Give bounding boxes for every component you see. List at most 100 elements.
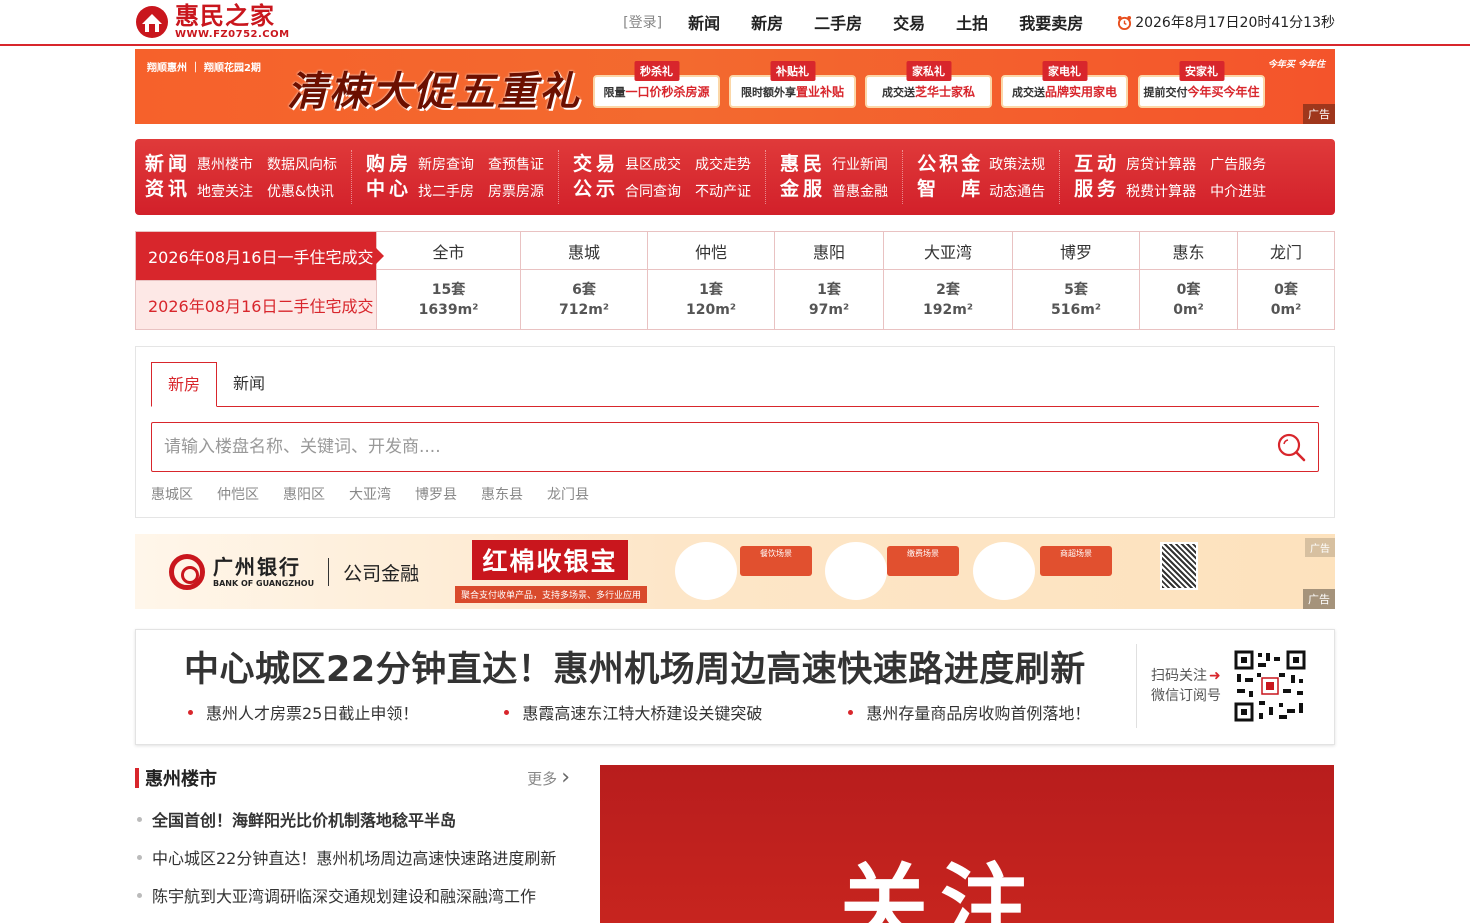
district-link[interactable]: 大亚湾	[349, 484, 391, 504]
clock-text: 2026年8月17日20时41分13秒	[1135, 15, 1335, 31]
clock: 2026年8月17日20时41分13秒	[1117, 12, 1335, 32]
nav-link[interactable]: 房贷计算器	[1126, 154, 1196, 174]
deal-column[interactable]: 仲恺 1套 120m²	[647, 232, 774, 329]
nav-link[interactable]: 找二手房	[418, 181, 474, 201]
deal-area: 192m²	[923, 301, 973, 318]
arrow-right-icon: ➜	[1209, 668, 1221, 684]
nav-new-homes[interactable]: 新房	[751, 10, 783, 34]
gift-pre: 成交送	[881, 85, 915, 99]
deal-column[interactable]: 惠城 6套 712m²	[520, 232, 647, 329]
ad-label: 广告	[1303, 104, 1335, 124]
search-input[interactable]	[164, 437, 1276, 457]
district-link[interactable]: 龙门县	[547, 484, 589, 504]
nav-group-fund: 公积金智 库 政策法规 动态通告	[917, 150, 1061, 204]
deal-column[interactable]: 龙门 0套 0m²	[1237, 232, 1334, 329]
bank-banner-ad[interactable]: 广州银行 BANK OF GUANGZHOU 公司金融 红棉收银宝 聚合支付收单…	[135, 534, 1335, 609]
tab-new-home-deals[interactable]: 2026年08月16日一手住宅成交	[136, 232, 384, 280]
ad-brand-logos: 翔顺惠州 ｜ 翔顺花园2期	[147, 63, 261, 74]
focus-banner-image[interactable]: 关注	[600, 765, 1334, 923]
news-item[interactable]: 陈宇航到大亚湾调研临深交通规划建设和融深融湾工作	[135, 876, 570, 914]
deal-area: 516m²	[1051, 301, 1101, 318]
deal-area: 0m²	[1270, 301, 1302, 318]
district-link[interactable]: 惠阳区	[283, 484, 325, 504]
gift-card: 家私礼 成交送 芝华士家私	[865, 61, 992, 109]
district-link[interactable]: 仲恺区	[217, 484, 259, 504]
headline-title[interactable]: 中心城区22分钟直达！惠州机场周边高速快速路进度刷新	[184, 648, 1136, 692]
nav-news[interactable]: 新闻	[688, 10, 720, 34]
search-icon[interactable]	[1276, 432, 1306, 462]
nav-link[interactable]: 行业新闻	[832, 154, 888, 174]
nav-link[interactable]: 县区成交	[625, 154, 681, 174]
nav-link[interactable]: 广告服务	[1210, 154, 1266, 174]
nav-link[interactable]: 房票房源	[488, 181, 544, 201]
ad-product-subtitle: 聚合支付收单产品，支持多场景、多行业应用	[455, 586, 648, 603]
nav-link[interactable]: 税费计算器	[1126, 181, 1196, 201]
tab-news[interactable]: 新闻	[217, 362, 281, 406]
bank-name: 广州银行	[213, 554, 301, 579]
more-link[interactable]: 更多	[527, 767, 570, 789]
headline-sub-link[interactable]: 惠州存量商品房收购首例落地！	[844, 700, 1090, 724]
site-logo[interactable]: 惠民之家 WWW.FZ0752.COM	[135, 4, 295, 40]
alarm-clock-icon	[1118, 15, 1132, 30]
nav-link[interactable]: 数据风向标	[267, 154, 337, 174]
deal-column[interactable]: 博罗 5套 516m²	[1012, 232, 1139, 329]
deal-area: 97m²	[808, 301, 850, 318]
group-title: 公积金	[917, 153, 984, 175]
district-link[interactable]: 惠东县	[481, 484, 523, 504]
district-link[interactable]: 博罗县	[415, 484, 457, 504]
nav-link[interactable]: 查预售证	[488, 154, 544, 174]
district-link[interactable]: 惠城区	[151, 484, 193, 504]
deal-column[interactable]: 惠东 0套 0m²	[1139, 232, 1237, 329]
headline-sub-link[interactable]: 惠霞高速东江特大桥建设关键突破	[500, 700, 762, 724]
district-name: 惠东	[1140, 232, 1237, 270]
tab-new-homes[interactable]: 新房	[151, 362, 218, 407]
search-field	[151, 422, 1319, 472]
search-panel: 新房 新闻 惠城区 仲恺区 惠阳区 大亚湾 博罗县 惠东县 龙门县	[135, 346, 1335, 518]
deal-column[interactable]: 全市 15套 1639m²	[376, 232, 520, 329]
nav-link[interactable]: 中介进驻	[1210, 181, 1266, 201]
ad-product: 红棉收银宝 聚合支付收单产品，支持多场景、多行业应用	[455, 540, 648, 603]
coins-illustration	[973, 542, 1035, 600]
nav-second-hand[interactable]: 二手房	[814, 10, 862, 34]
news-item[interactable]: 全国首创！海鲜阳光比价机制落地稔平半岛	[135, 800, 570, 838]
scene-label: 餐饮场景	[760, 549, 792, 558]
logo-url: WWW.FZ0752.COM	[175, 29, 290, 40]
nav-link[interactable]: 优惠&快讯	[267, 181, 337, 201]
nav-link[interactable]: 动态通告	[989, 181, 1045, 201]
headline-sub-link[interactable]: 惠州人才房票25日截止申领！	[184, 700, 418, 724]
deal-column[interactable]: 大亚湾 2套 192m²	[883, 232, 1012, 329]
promo-banner-ad[interactable]: 翔顺惠州 ｜ 翔顺花园2期 清梀大促五重礼 秒杀礼 限量 一口价秒杀房源 补贴礼 …	[135, 49, 1335, 124]
scene-badge: 商超场景	[1040, 546, 1112, 576]
nav-link[interactable]: 成交走势	[695, 154, 751, 174]
gift-tag: 秒杀礼	[634, 61, 679, 81]
section-title: 惠州楼市	[145, 769, 217, 790]
deal-units: 0套	[1274, 281, 1298, 298]
nav-link[interactable]: 地壹关注	[197, 181, 253, 201]
nav-transaction[interactable]: 交易	[893, 10, 925, 34]
nav-land-auction[interactable]: 土拍	[956, 10, 988, 34]
nav-link[interactable]: 惠州楼市	[197, 154, 253, 174]
gift-pre: 限时额外享	[740, 85, 796, 99]
news-item[interactable]: 中心城区22分钟直达！惠州机场周边高速快速路进度刷新	[135, 838, 570, 876]
nav-link[interactable]: 新房查询	[418, 154, 474, 174]
login-link[interactable]: [登录]	[623, 12, 662, 32]
deal-area: 0m²	[1173, 301, 1204, 318]
nav-group-finance: 惠民 金服 行业新闻 普惠金融	[780, 150, 904, 204]
deal-column[interactable]: 惠阳 1套 97m²	[774, 232, 883, 329]
nav-link[interactable]: 政策法规	[989, 154, 1045, 174]
nav-sell-home[interactable]: 我要卖房	[1019, 10, 1083, 34]
group-title: 服务	[1074, 178, 1121, 200]
tab-second-hand-deals[interactable]: 2026年08月16日二手住宅成交	[136, 280, 376, 329]
ad-slogan: 清梀大促五重礼	[287, 68, 581, 115]
deal-units: 15套	[431, 281, 466, 298]
category-nav: 新闻 资讯 惠州楼市 地壹关注 数据风向标 优惠&快讯 购房 中心 新房查询 找二手…	[135, 139, 1335, 215]
nav-link[interactable]: 普惠金融	[832, 181, 888, 201]
ad-corner-text: 今年买 今年住	[1267, 60, 1325, 70]
ad-qr-code	[1160, 542, 1198, 590]
deal-area: 1639m²	[418, 301, 479, 318]
gift-tag: 家电礼	[1042, 61, 1087, 81]
group-title: 公示	[573, 178, 620, 200]
nav-group-transaction: 交易 公示 县区成交 合同查询 成交走势 不动产证	[573, 150, 767, 204]
nav-link[interactable]: 不动产证	[695, 181, 751, 201]
nav-link[interactable]: 合同查询	[625, 181, 681, 201]
